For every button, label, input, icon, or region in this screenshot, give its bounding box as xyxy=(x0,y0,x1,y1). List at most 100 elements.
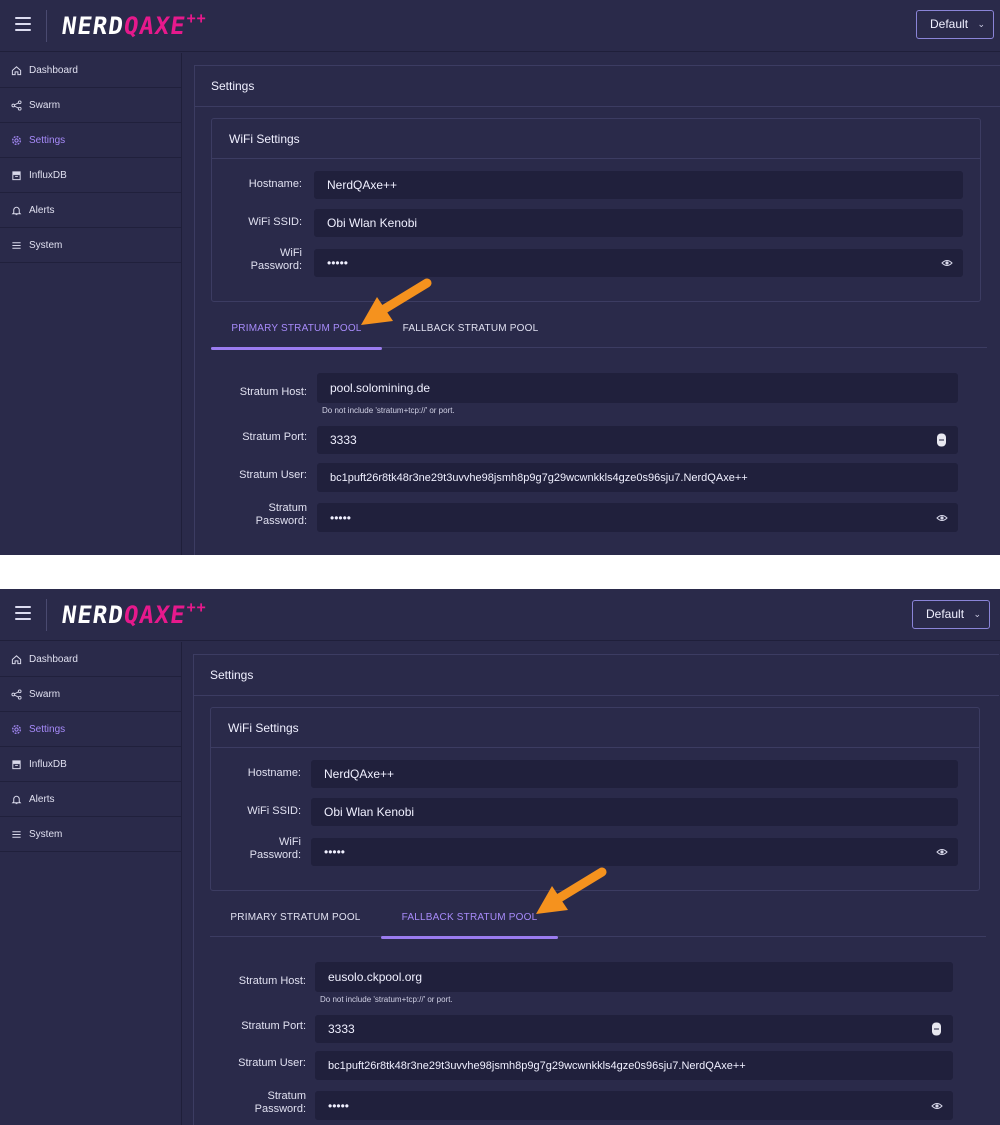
stratum-password-value: ••••• xyxy=(330,510,352,525)
stepper-icon[interactable] xyxy=(937,433,946,447)
sidebar-item-swarm[interactable]: Swarm xyxy=(0,88,181,123)
wifi-ssid-input[interactable]: Obi Wlan Kenobi xyxy=(311,798,958,826)
eye-icon[interactable] xyxy=(941,257,953,269)
stratum-port-value: 3333 xyxy=(330,433,357,447)
page-title: Settings xyxy=(195,66,1000,107)
eye-icon[interactable] xyxy=(936,512,948,524)
sidebar-item-settings[interactable]: Settings xyxy=(0,123,181,158)
list-icon xyxy=(10,239,22,251)
tab-label: PRIMARY STRATUM POOL xyxy=(230,912,361,923)
sidebar-item-system[interactable]: System xyxy=(0,817,181,852)
wifi-ssid-label: WiFi SSID: xyxy=(248,216,302,228)
hostname-label: Hostname: xyxy=(247,767,301,779)
hostname-input[interactable]: NerdQAxe++ xyxy=(311,760,958,788)
stratum-port-label: Stratum Port: xyxy=(241,1020,306,1032)
menu-icon[interactable] xyxy=(15,17,31,31)
stratum-port-input[interactable]: 3333 xyxy=(315,1015,953,1043)
sidebar-item-alerts[interactable]: Alerts xyxy=(0,782,181,817)
wifi-password-label-line2: Password: xyxy=(250,260,302,272)
stratum-user-label: Stratum User: xyxy=(239,469,307,481)
wifi-password-input[interactable]: ••••• xyxy=(314,249,963,277)
sidebar: Dashboard Swarm Settings InfluxDB Alerts… xyxy=(0,53,182,555)
stepper-icon[interactable] xyxy=(932,1022,941,1036)
screenshot-fallback-pool: NERD QAXE ++ Default ⌄ Dashboard Swarm S… xyxy=(0,589,1000,1125)
hostname-label: Hostname: xyxy=(248,178,302,190)
wifi-password-label: WiFi Password: xyxy=(222,247,302,273)
chevron-down-icon: ⌄ xyxy=(973,609,981,619)
logo-plus-text: ++ xyxy=(186,598,207,616)
wifi-password-label: WiFi Password: xyxy=(221,836,301,862)
wifi-password-label-line1: WiFi xyxy=(280,247,302,259)
stratum-password-label-line1: Stratum xyxy=(268,502,307,514)
stratum-port-label: Stratum Port: xyxy=(242,431,307,443)
sidebar-item-influxdb[interactable]: InfluxDB xyxy=(0,747,181,782)
stratum-user-input[interactable]: bc1puft26r8tk48r3ne29t3uvvhe98jsmh8p9g7g… xyxy=(315,1051,953,1080)
share-icon xyxy=(10,688,22,700)
hostname-value: NerdQAxe++ xyxy=(327,178,398,192)
sidebar-item-label: Dashboard xyxy=(29,64,78,76)
hostname-input[interactable]: NerdQAxe++ xyxy=(314,171,963,199)
top-bar: NERD QAXE ++ Default ⌄ xyxy=(0,589,1000,641)
stratum-port-value: 3333 xyxy=(328,1022,355,1036)
sidebar-item-label: InfluxDB xyxy=(29,758,67,770)
sidebar-item-label: Settings xyxy=(29,723,66,735)
stratum-password-input[interactable]: ••••• xyxy=(315,1091,953,1120)
share-icon xyxy=(10,99,22,111)
hostname-value: NerdQAxe++ xyxy=(324,767,395,781)
menu-icon[interactable] xyxy=(15,606,31,620)
wifi-settings-title: WiFi Settings xyxy=(212,119,980,159)
gear-icon xyxy=(10,134,22,146)
database-icon xyxy=(10,758,22,770)
sidebar-item-dashboard[interactable]: Dashboard xyxy=(0,642,181,677)
sidebar-item-dashboard[interactable]: Dashboard xyxy=(0,53,181,88)
logo-plus-text: ++ xyxy=(186,9,207,27)
list-icon xyxy=(10,828,22,840)
stratum-password-label: Stratum Password: xyxy=(215,502,307,528)
stratum-password-input[interactable]: ••••• xyxy=(317,503,958,532)
sidebar-item-swarm[interactable]: Swarm xyxy=(0,677,181,712)
stratum-password-label-line2: Password: xyxy=(255,515,307,527)
theme-select[interactable]: Default ⌄ xyxy=(912,600,990,629)
theme-select-value: Default xyxy=(926,607,965,621)
sidebar-item-label: System xyxy=(29,828,63,840)
stratum-user-input[interactable]: bc1puft26r8tk48r3ne29t3uvvhe98jsmh8p9g7g… xyxy=(317,463,958,492)
top-bar: NERD QAXE ++ Default ⌄ xyxy=(0,0,1000,52)
sidebar-item-label: Alerts xyxy=(29,204,55,216)
theme-select[interactable]: Default ⌄ xyxy=(916,10,994,39)
stratum-host-value: pool.solomining.de xyxy=(330,381,431,395)
stratum-port-input[interactable]: 3333 xyxy=(317,426,958,454)
sidebar-item-influxdb[interactable]: InfluxDB xyxy=(0,158,181,193)
sidebar: Dashboard Swarm Settings InfluxDB Alerts… xyxy=(0,642,182,1125)
gear-icon xyxy=(10,723,22,735)
bell-icon xyxy=(10,204,22,216)
wifi-ssid-value: Obi Wlan Kenobi xyxy=(327,216,418,230)
wifi-password-label-line2: Password: xyxy=(249,849,301,861)
wifi-password-input[interactable]: ••••• xyxy=(311,838,958,866)
pool-tabs: PRIMARY STRATUM POOL FALLBACK STRATUM PO… xyxy=(211,312,987,350)
home-icon xyxy=(10,64,22,76)
annotation-arrow-icon xyxy=(536,867,607,914)
sidebar-item-alerts[interactable]: Alerts xyxy=(0,193,181,228)
stratum-user-value: bc1puft26r8tk48r3ne29t3uvvhe98jsmh8p9g7g… xyxy=(330,471,748,484)
stratum-host-input[interactable]: pool.solomining.de xyxy=(317,373,958,403)
tab-primary-stratum-pool[interactable]: PRIMARY STRATUM POOL xyxy=(210,901,381,937)
logo-text: NERD xyxy=(60,12,126,40)
stratum-host-label: Stratum Host: xyxy=(238,975,306,987)
sidebar-item-settings[interactable]: Settings xyxy=(0,712,181,747)
stratum-host-value: eusolo.ckpool.org xyxy=(328,970,423,984)
stratum-password-label-line1: Stratum xyxy=(267,1090,306,1102)
sidebar-item-label: Alerts xyxy=(29,793,55,805)
eye-icon[interactable] xyxy=(936,846,948,858)
divider xyxy=(46,10,47,42)
sidebar-item-system[interactable]: System xyxy=(0,228,181,263)
wifi-ssid-input[interactable]: Obi Wlan Kenobi xyxy=(314,209,963,237)
screenshot-primary-pool: NERD QAXE ++ Default ⌄ Dashboard Swarm S… xyxy=(0,0,1000,555)
stratum-user-value: bc1puft26r8tk48r3ne29t3uvvhe98jsmh8p9g7g… xyxy=(328,1059,746,1072)
stratum-host-input[interactable]: eusolo.ckpool.org xyxy=(315,962,953,992)
stratum-host-label: Stratum Host: xyxy=(239,386,307,398)
logo-text: NERD xyxy=(60,601,126,629)
logo-accent-text: QAXE xyxy=(121,601,188,629)
chevron-down-icon: ⌄ xyxy=(977,19,985,29)
wifi-password-label-line1: WiFi xyxy=(279,836,301,848)
eye-icon[interactable] xyxy=(931,1100,943,1112)
